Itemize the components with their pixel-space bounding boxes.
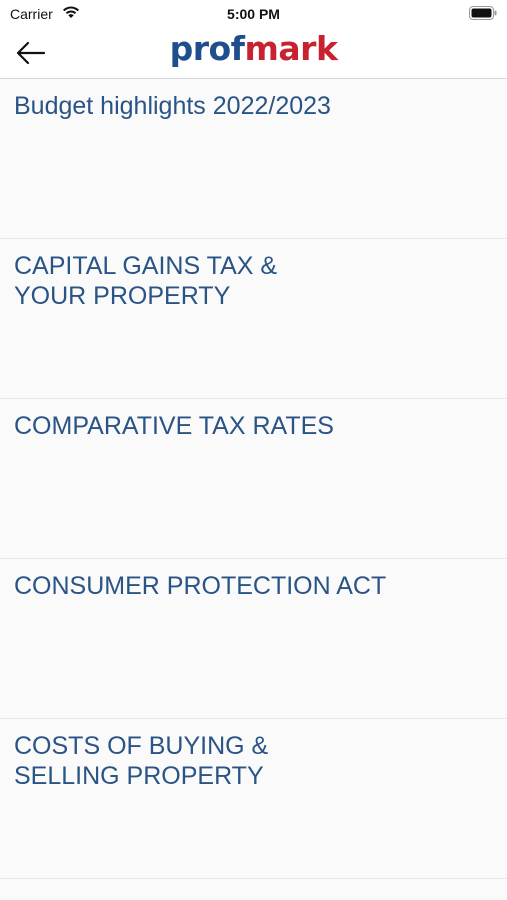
list-item-label: Budget highlights 2022/2023 [14, 92, 331, 120]
list-item-label: CAPITAL GAINS TAX & YOUR PROPERTY [14, 252, 278, 310]
list-item[interactable]: COSTS OF BUYING & SELLING PROPERTY [0, 719, 507, 879]
list-item[interactable]: Budget highlights 2022/2023 [0, 79, 507, 239]
list-item-label: COSTS OF BUYING & SELLING PROPERTY [14, 732, 269, 790]
topic-list: Budget highlights 2022/2023 CAPITAL GAIN… [0, 79, 507, 879]
status-bar: Carrier 5:00 PM [0, 0, 507, 28]
list-item[interactable]: COMPARATIVE TAX RATES [0, 399, 507, 559]
status-time: 5:00 PM [227, 6, 280, 22]
logo-text-mark: mark [244, 29, 338, 68]
list-item-label: CONSUMER PROTECTION ACT [14, 572, 387, 600]
list-item[interactable]: CAPITAL GAINS TAX & YOUR PROPERTY [0, 239, 507, 399]
navigation-bar: profmark [0, 28, 507, 79]
battery-icon [469, 6, 497, 25]
profmark-logo: profmark [0, 29, 507, 68]
list-item[interactable]: CONSUMER PROTECTION ACT [0, 559, 507, 719]
logo-text-prof: prof [169, 29, 245, 68]
list-item-label: COMPARATIVE TAX RATES [14, 412, 334, 440]
